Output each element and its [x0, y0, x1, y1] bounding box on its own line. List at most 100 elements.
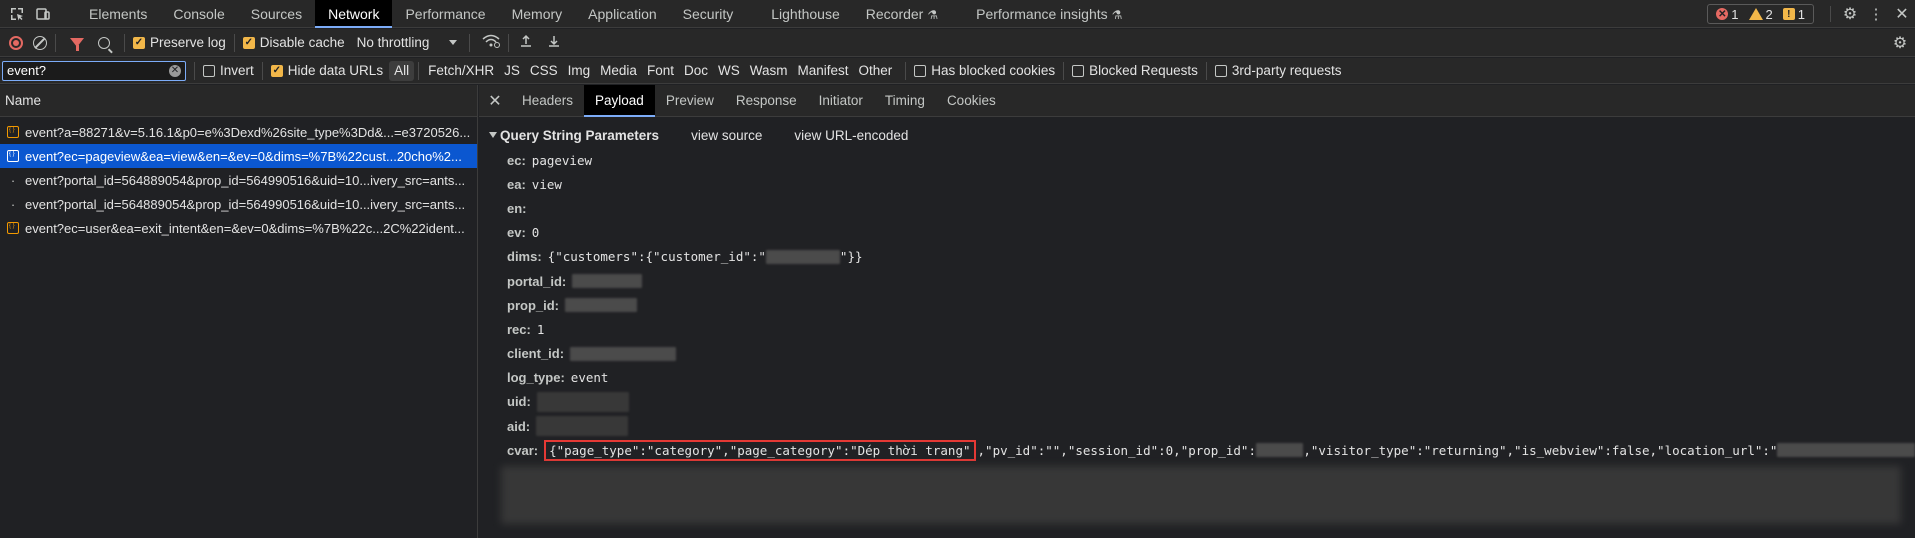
view-url-encoded-link[interactable]: view URL-encoded: [794, 128, 908, 143]
tab-performance[interactable]: Performance: [392, 0, 498, 28]
invert-label: Invert: [220, 63, 254, 78]
param-row: ea: view: [507, 172, 1915, 196]
request-row[interactable]: · event?portal_id=564889054&prop_id=5649…: [0, 192, 477, 216]
close-devtools-icon[interactable]: ✕: [1889, 4, 1915, 24]
param-key: ea:: [507, 176, 526, 192]
tab-console[interactable]: Console: [160, 0, 237, 28]
query-string-section-header[interactable]: Query String Parameters view source view…: [479, 122, 1915, 148]
tab-label: Lighthouse: [771, 5, 840, 22]
network-settings-gear-icon[interactable]: ⚙: [1887, 33, 1913, 53]
close-details-icon[interactable]: ✕: [479, 91, 511, 111]
network-toolbar: ✓ Preserve log ✓ Disable cache No thrott…: [0, 29, 1915, 57]
request-name: event?a=88271&v=5.16.1&p0=e%3Dexd%26site…: [25, 124, 471, 140]
divider: [1830, 6, 1831, 22]
tab-cookies[interactable]: Cookies: [936, 85, 1007, 117]
tab-memory[interactable]: Memory: [499, 0, 576, 28]
clear-filter-icon[interactable]: ✕: [169, 64, 181, 77]
filter-input-value: event?: [7, 63, 47, 78]
device-toolbar-icon[interactable]: [30, 0, 56, 28]
param-row: rec: 1: [507, 317, 1915, 341]
type-filter-manifest[interactable]: Manifest: [792, 61, 853, 81]
param-row: client_id:: [507, 342, 1915, 366]
divider: [508, 33, 510, 52]
tab-response[interactable]: Response: [725, 85, 808, 117]
tab-sources[interactable]: Sources: [238, 0, 315, 28]
tab-application[interactable]: Application: [575, 0, 670, 28]
has-blocked-cookies-checkbox[interactable]: [914, 64, 927, 77]
filter-bar: event? ✕ Invert ✓ Hide data URLs All Fet…: [0, 58, 1915, 84]
request-row[interactable]: event?ec=user&ea=exit_intent&en=&ev=0&di…: [0, 216, 477, 240]
type-filter-css[interactable]: CSS: [525, 61, 563, 81]
invert-checkbox[interactable]: [203, 64, 215, 77]
type-filter-ws[interactable]: WS: [713, 61, 745, 81]
type-filter-other[interactable]: Other: [854, 61, 898, 81]
inspect-element-icon[interactable]: [4, 0, 30, 28]
view-source-link[interactable]: view source: [691, 128, 762, 143]
request-row[interactable]: event?a=88271&v=5.16.1&p0=e%3Dexd%26site…: [0, 120, 477, 144]
disable-cache-checkbox[interactable]: ✓: [242, 36, 255, 49]
tab-recorder[interactable]: Recorder ⚗: [853, 0, 951, 28]
tab-lighthouse[interactable]: Lighthouse: [758, 0, 853, 28]
tab-label: Network: [328, 5, 380, 22]
throttling-value: No throttling: [356, 35, 430, 50]
search-icon[interactable]: [98, 36, 110, 49]
tab-headers[interactable]: Headers: [511, 85, 584, 117]
divider: [55, 33, 56, 52]
tab-elements[interactable]: Elements: [76, 0, 160, 28]
network-conditions-icon[interactable]: [482, 34, 501, 51]
tab-network[interactable]: Network: [315, 0, 393, 28]
clear-icon[interactable]: [33, 35, 47, 50]
param-row: prop_id:: [507, 293, 1915, 317]
request-row[interactable]: · event?portal_id=564889054&prop_id=5649…: [0, 168, 477, 192]
name-column-header[interactable]: Name: [0, 85, 477, 117]
type-filter-img[interactable]: Img: [563, 61, 596, 81]
more-options-icon[interactable]: ⋮: [1863, 5, 1889, 23]
type-filter-fetch-xhr[interactable]: Fetch/XHR: [423, 61, 499, 81]
param-value: pageview: [531, 152, 593, 168]
type-filter-doc[interactable]: Doc: [679, 61, 713, 81]
request-row-selected[interactable]: event?ec=pageview&ea=view&en=&ev=0&dims=…: [0, 144, 477, 168]
json-icon: [7, 126, 19, 138]
tab-security[interactable]: Security: [670, 0, 747, 28]
request-name: event?portal_id=564889054&prop_id=564990…: [25, 196, 466, 212]
redacted-value: [1255, 443, 1304, 458]
record-icon[interactable]: [9, 35, 23, 50]
tab-initiator[interactable]: Initiator: [808, 85, 874, 117]
settings-gear-icon[interactable]: ⚙: [1837, 4, 1863, 24]
redacted-content-block: [501, 466, 1901, 524]
tab-preview[interactable]: Preview: [655, 85, 725, 117]
tab-performance-insights[interactable]: Performance insights ⚗: [963, 0, 1135, 28]
tab-payload[interactable]: Payload: [584, 84, 655, 117]
details-tabbar: ✕ Headers Payload Preview Response Initi…: [479, 84, 1915, 117]
param-key: cvar:: [507, 442, 539, 458]
filter-input[interactable]: event? ✕: [2, 60, 186, 81]
type-filter-wasm[interactable]: Wasm: [745, 61, 793, 81]
filter-icon[interactable]: [70, 38, 84, 51]
divider: [469, 33, 471, 52]
param-row: aid:: [507, 414, 1915, 438]
type-filter-media[interactable]: Media: [595, 61, 642, 81]
throttling-select[interactable]: No throttling: [357, 35, 458, 50]
tab-label: Memory: [511, 5, 563, 22]
param-key: ec:: [507, 152, 526, 168]
issue-count-value: 1: [1797, 6, 1805, 22]
hide-data-urls-checkbox[interactable]: ✓: [270, 64, 283, 77]
import-har-icon[interactable]: [519, 34, 533, 51]
blocked-requests-checkbox[interactable]: [1072, 64, 1085, 77]
tab-label: Performance insights: [976, 5, 1108, 22]
type-filter-js[interactable]: JS: [499, 61, 525, 81]
param-row-cvar: cvar: {"page_type":"category","page_cate…: [507, 438, 1915, 462]
type-filter-font[interactable]: Font: [642, 61, 679, 81]
export-har-icon[interactable]: [547, 34, 561, 51]
tab-label: Performance: [405, 5, 486, 22]
param-key: rec:: [507, 321, 531, 337]
preserve-log-checkbox[interactable]: ✓: [133, 36, 145, 49]
issues-counter[interactable]: ✕ 1 2 ! 1: [1707, 4, 1814, 24]
third-party-requests-checkbox[interactable]: [1214, 64, 1227, 77]
type-filter-all[interactable]: All: [389, 60, 415, 81]
disable-cache-label: Disable cache: [259, 35, 345, 50]
error-count-value: 1: [1731, 6, 1739, 22]
tab-timing[interactable]: Timing: [874, 85, 936, 117]
divider: [418, 61, 420, 80]
dot-icon: ·: [10, 172, 16, 188]
